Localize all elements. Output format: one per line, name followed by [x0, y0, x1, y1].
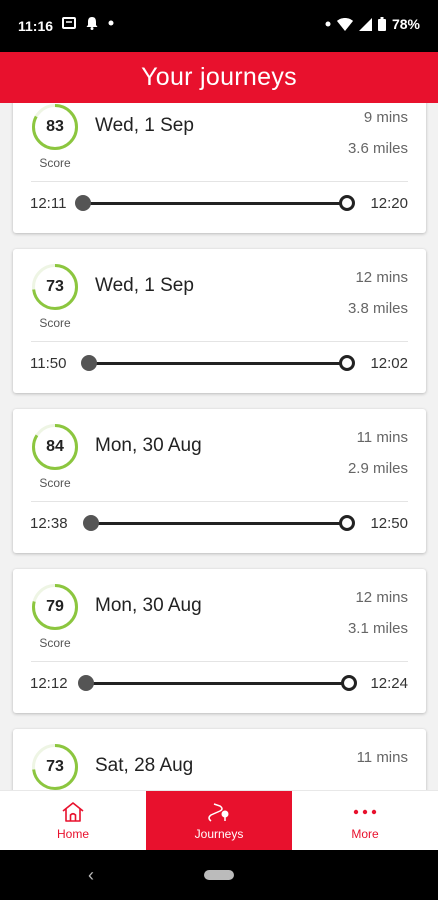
end-time: 12:50 — [370, 515, 408, 532]
start-time: 12:12 — [30, 675, 68, 692]
score-label: Score — [39, 476, 71, 490]
divider — [31, 341, 408, 342]
end-point-icon — [339, 515, 355, 531]
bottom-nav: Home Journeys More — [0, 790, 438, 851]
journey-duration: 11 mins — [356, 749, 408, 766]
nav-more-label: More — [351, 827, 379, 841]
end-time: 12:24 — [370, 675, 408, 692]
start-time: 12:38 — [30, 515, 68, 532]
app-bar: Your journeys — [0, 52, 438, 103]
end-point-icon — [339, 355, 355, 371]
journeys-icon — [208, 803, 229, 822]
system-nav-bar: ‹ — [0, 850, 438, 900]
more-icon — [353, 809, 377, 815]
back-icon[interactable]: ‹ — [88, 865, 94, 886]
nav-journeys-label: Journeys — [194, 827, 244, 841]
journey-duration: 9 mins — [363, 109, 408, 126]
battery-percent: 78% — [391, 16, 420, 32]
journey-card[interactable]: 84 Score Mon, 30 Aug 11 mins 2.9 miles 1… — [13, 409, 426, 553]
signal-icon — [358, 17, 372, 31]
journey-timeline — [86, 682, 350, 685]
end-time: 12:20 — [370, 195, 408, 212]
score-value: 73 — [46, 278, 64, 295]
journey-timeline — [83, 202, 347, 205]
journey-distance: 3.1 miles — [347, 620, 408, 637]
score-label: Score — [39, 156, 71, 170]
score-value: 79 — [46, 598, 64, 615]
journey-date: Mon, 30 Aug — [95, 435, 202, 456]
start-point-icon — [83, 515, 99, 531]
journey-duration: 12 mins — [355, 589, 408, 606]
wifi-icon — [336, 17, 353, 31]
dot-icon — [108, 20, 114, 26]
journey-card[interactable]: 83 Score Wed, 1 Sep 9 mins 3.6 miles 12:… — [13, 103, 426, 233]
journey-distance: 3.6 miles — [347, 140, 408, 157]
start-time: 12:11 — [30, 195, 67, 212]
journey-distance: 3.8 miles — [347, 300, 408, 317]
journey-list[interactable]: 83 Score Wed, 1 Sep 9 mins 3.6 miles 12:… — [0, 103, 438, 790]
start-time: 11:50 — [30, 355, 67, 372]
start-point-icon — [81, 355, 97, 371]
score-label: Score — [39, 636, 71, 650]
divider — [31, 181, 408, 182]
message-icon — [62, 17, 76, 29]
page-title: Your journeys — [141, 63, 297, 91]
score-value: 84 — [46, 438, 64, 455]
home-pill-icon[interactable] — [204, 870, 234, 880]
journey-date: Wed, 1 Sep — [95, 115, 194, 136]
divider — [31, 501, 408, 502]
nav-more[interactable]: More — [292, 791, 438, 851]
journey-distance: 2.9 miles — [347, 460, 408, 477]
journey-date: Mon, 30 Aug — [95, 595, 202, 616]
journey-card[interactable]: 79 Score Mon, 30 Aug 12 mins 3.1 miles 1… — [13, 569, 426, 713]
dot-icon — [325, 21, 331, 27]
journey-date: Sat, 28 Aug — [95, 755, 194, 776]
nav-journeys[interactable]: Journeys — [146, 791, 292, 851]
journey-duration: 11 mins — [356, 429, 408, 446]
journey-timeline — [89, 362, 347, 365]
score-label: Score — [39, 316, 71, 330]
start-point-icon — [78, 675, 94, 691]
start-point-icon — [75, 195, 91, 211]
status-bar: 11:16 78% — [0, 0, 438, 52]
journey-duration: 12 mins — [355, 269, 408, 286]
score-value: 73 — [46, 758, 64, 775]
end-point-icon — [341, 675, 357, 691]
journey-card[interactable]: 73 Sat, 28 Aug 11 mins — [13, 729, 426, 790]
score-value: 83 — [46, 118, 64, 135]
nav-home-label: Home — [56, 827, 89, 841]
battery-icon — [377, 17, 386, 31]
journey-date: Wed, 1 Sep — [95, 275, 194, 296]
home-icon — [62, 802, 84, 822]
journey-timeline — [91, 522, 347, 525]
journey-card[interactable]: 73 Score Wed, 1 Sep 12 mins 3.8 miles 11… — [13, 249, 426, 393]
nav-home[interactable]: Home — [0, 791, 146, 851]
status-time: 11:16 — [18, 18, 54, 34]
notification-bell-icon — [86, 17, 98, 30]
divider — [31, 661, 408, 662]
end-time: 12:02 — [370, 355, 408, 372]
end-point-icon — [339, 195, 355, 211]
